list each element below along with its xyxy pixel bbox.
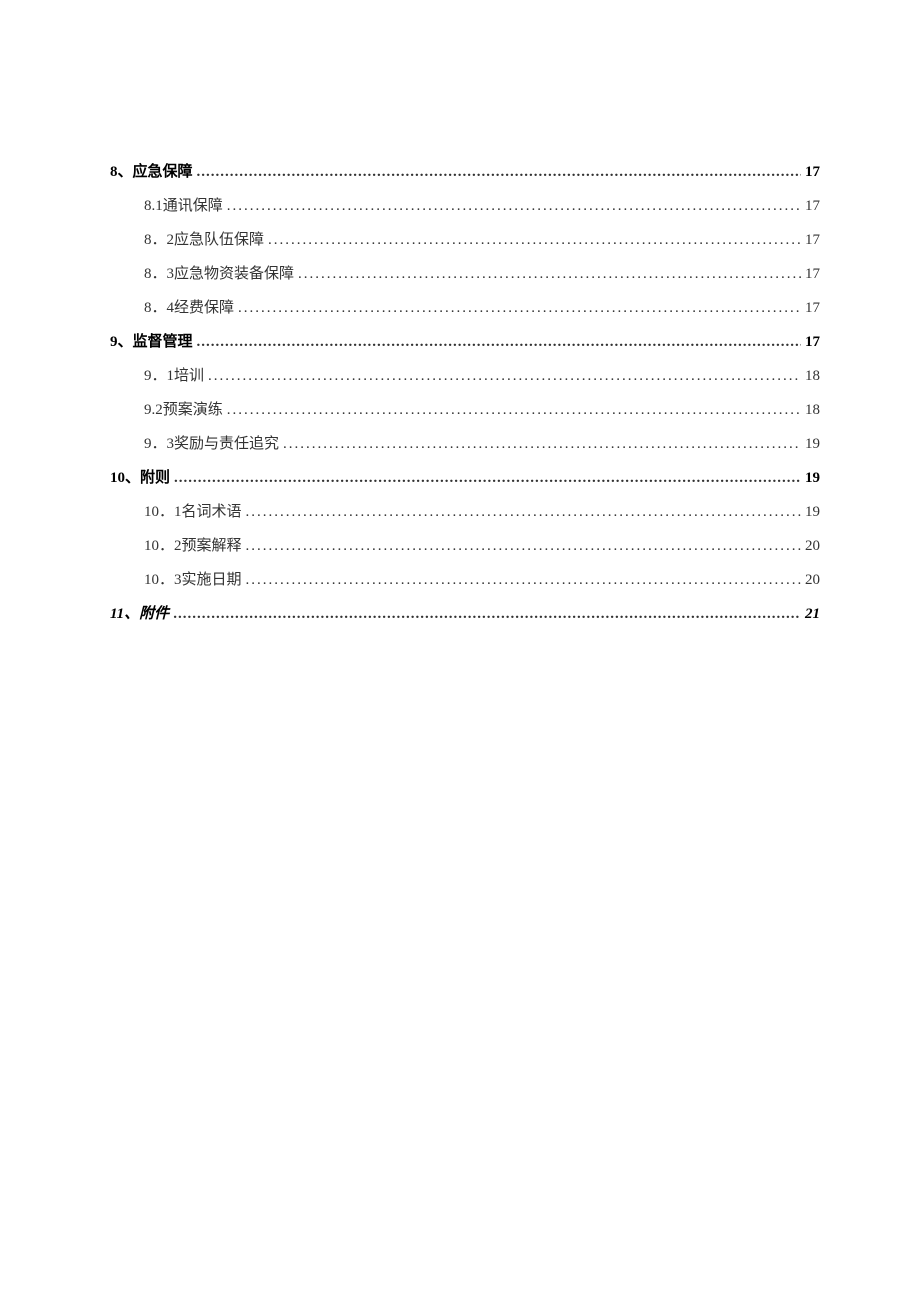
toc-page-number: 19 bbox=[805, 470, 820, 487]
toc-page-number: 20 bbox=[805, 538, 820, 555]
toc-leader-dots bbox=[246, 538, 801, 555]
toc-leader-dots bbox=[246, 572, 801, 589]
toc-page-number: 17 bbox=[805, 232, 820, 249]
toc-entry-section-9[interactable]: 9、监督管理 17 bbox=[110, 330, 820, 351]
toc-page-number: 17 bbox=[805, 334, 820, 351]
toc-entry-section-8-4[interactable]: 8．4经费保障 17 bbox=[110, 296, 820, 317]
toc-leader-dots bbox=[246, 504, 801, 521]
toc-label: 10、附则 bbox=[110, 466, 170, 487]
toc-leader-dots bbox=[197, 164, 801, 181]
toc-page-number: 20 bbox=[805, 572, 820, 589]
toc-entry-section-9-3[interactable]: 9．3奖励与责任追究 19 bbox=[110, 432, 820, 453]
toc-page-number: 21 bbox=[805, 606, 820, 623]
toc-leader-dots bbox=[238, 300, 801, 317]
toc-leader-dots bbox=[173, 606, 801, 623]
toc-leader-dots bbox=[227, 198, 801, 215]
toc-label: 8.1通讯保障 bbox=[144, 194, 223, 215]
toc-label: 9．3奖励与责任追究 bbox=[144, 432, 279, 453]
toc-page-number: 19 bbox=[805, 436, 820, 453]
toc-label: 10．1名词术语 bbox=[144, 500, 242, 521]
toc-leader-dots bbox=[208, 368, 801, 385]
toc-page-number: 17 bbox=[805, 198, 820, 215]
toc-entry-section-10-3[interactable]: 10．3实施日期 20 bbox=[110, 568, 820, 589]
toc-label: 8、应急保障 bbox=[110, 160, 193, 181]
toc-label: 9．1培训 bbox=[144, 364, 204, 385]
table-of-contents: 8、应急保障 17 8.1通讯保障 17 8．2应急队伍保障 17 8．3应急物… bbox=[110, 160, 820, 623]
toc-page-number: 17 bbox=[805, 164, 820, 181]
toc-entry-section-10-1[interactable]: 10．1名词术语 19 bbox=[110, 500, 820, 521]
toc-label: 9、监督管理 bbox=[110, 330, 193, 351]
toc-label: 8．3应急物资装备保障 bbox=[144, 262, 294, 283]
toc-entry-section-10[interactable]: 10、附则 19 bbox=[110, 466, 820, 487]
toc-leader-dots bbox=[268, 232, 801, 249]
toc-page-number: 17 bbox=[805, 300, 820, 317]
toc-page-number: 18 bbox=[805, 402, 820, 419]
toc-leader-dots bbox=[197, 334, 801, 351]
toc-page-number: 17 bbox=[805, 266, 820, 283]
toc-entry-section-8-2[interactable]: 8．2应急队伍保障 17 bbox=[110, 228, 820, 249]
toc-leader-dots bbox=[283, 436, 801, 453]
toc-leader-dots bbox=[174, 470, 801, 487]
toc-entry-section-8[interactable]: 8、应急保障 17 bbox=[110, 160, 820, 181]
toc-label: 9.2预案演练 bbox=[144, 398, 223, 419]
toc-page-number: 18 bbox=[805, 368, 820, 385]
toc-entry-section-10-2[interactable]: 10．2预案解释 20 bbox=[110, 534, 820, 555]
toc-page-number: 19 bbox=[805, 504, 820, 521]
toc-entry-section-8-3[interactable]: 8．3应急物资装备保障 17 bbox=[110, 262, 820, 283]
toc-entry-section-9-2[interactable]: 9.2预案演练 18 bbox=[110, 398, 820, 419]
toc-leader-dots bbox=[227, 402, 801, 419]
toc-entry-section-9-1[interactable]: 9．1培训 18 bbox=[110, 364, 820, 385]
toc-label: 11、附件 bbox=[110, 602, 169, 623]
toc-label: 10．2预案解释 bbox=[144, 534, 242, 555]
toc-label: 8．4经费保障 bbox=[144, 296, 234, 317]
toc-label: 10．3实施日期 bbox=[144, 568, 242, 589]
toc-entry-section-8-1[interactable]: 8.1通讯保障 17 bbox=[110, 194, 820, 215]
toc-label: 8．2应急队伍保障 bbox=[144, 228, 264, 249]
toc-leader-dots bbox=[298, 266, 801, 283]
toc-entry-section-11[interactable]: 11、附件 21 bbox=[110, 602, 820, 623]
